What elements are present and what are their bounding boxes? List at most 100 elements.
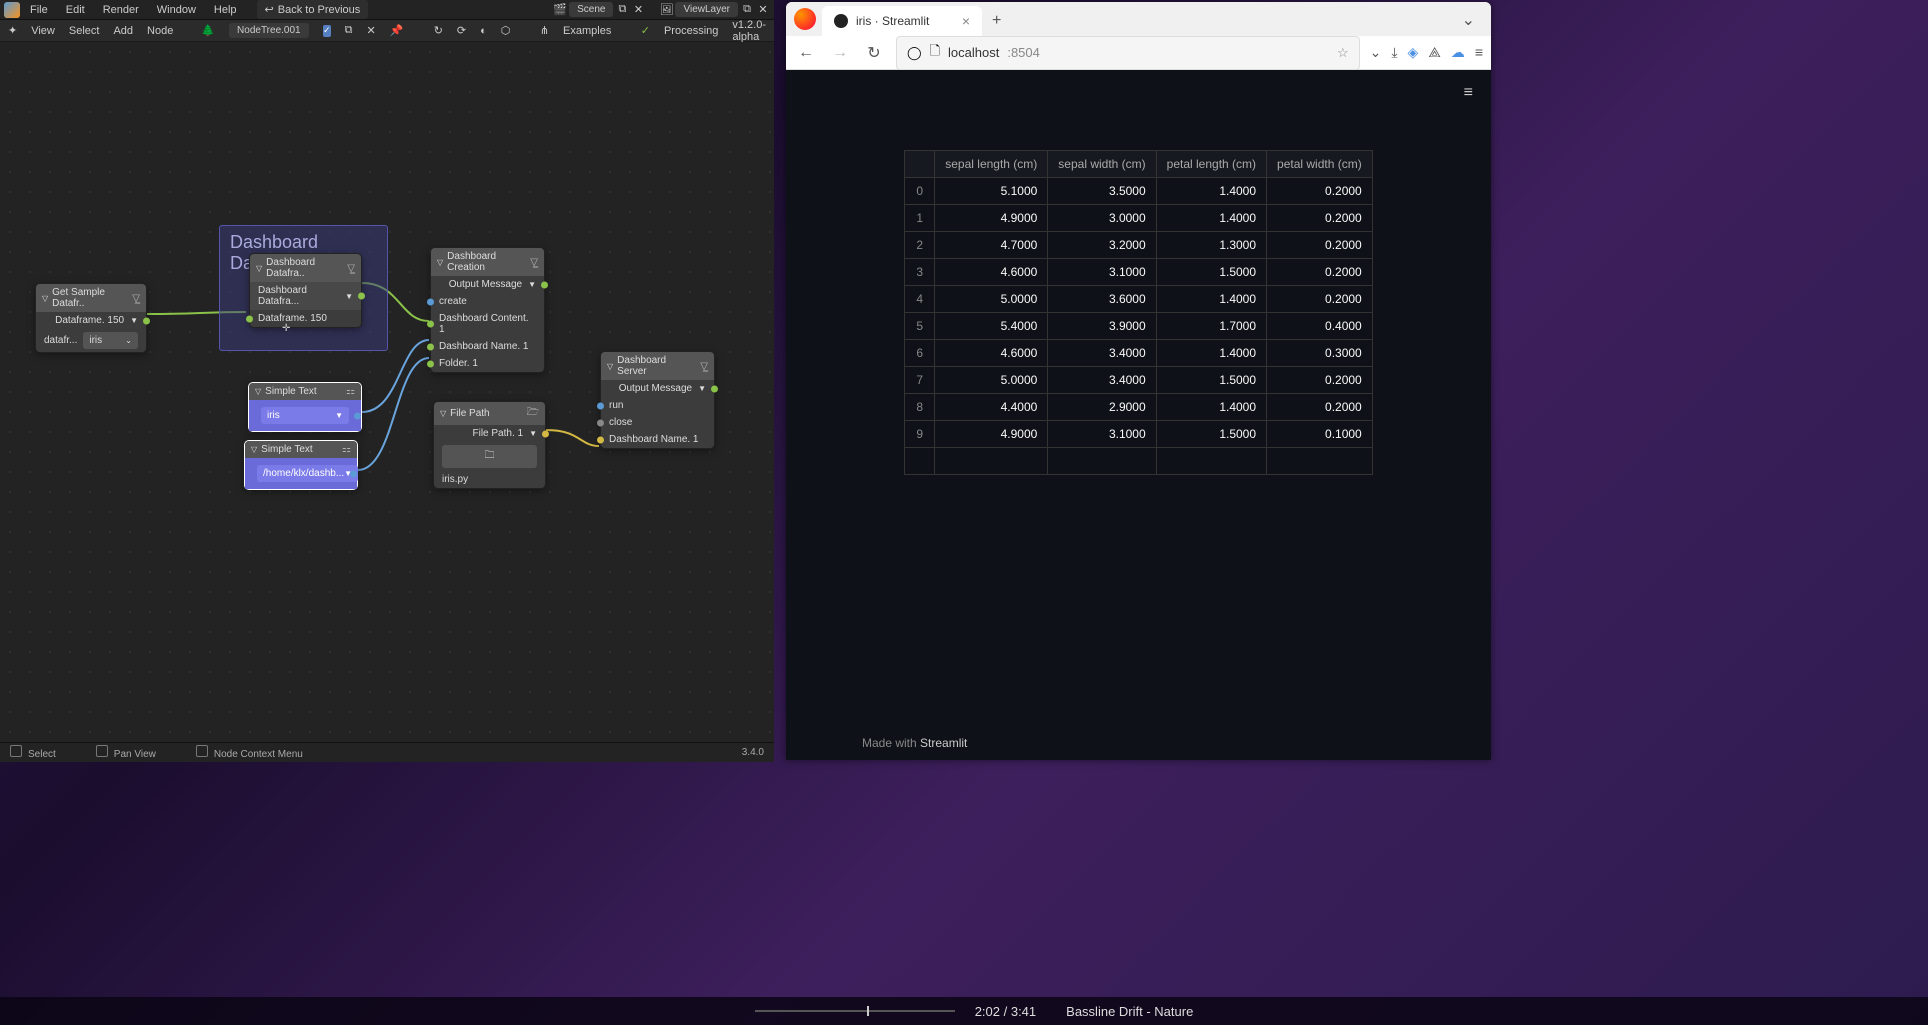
table-row[interactable]: 05.10003.50001.40000.2000 xyxy=(905,178,1372,205)
input-socket[interactable] xyxy=(427,298,434,305)
music-progress-track[interactable] xyxy=(755,1010,955,1012)
scene-field[interactable]: Scene xyxy=(569,2,613,17)
table-row[interactable]: 55.40003.90001.70000.4000 xyxy=(905,313,1372,340)
dropdown-icon[interactable]: ▼ xyxy=(345,292,353,301)
node-dashboard-server[interactable]: ▽ Dashboard Server ▽̲ Output Message ▼ r… xyxy=(600,351,715,449)
node-header[interactable]: ▽ Dashboard Server ▽̲ xyxy=(601,352,714,380)
output-socket[interactable] xyxy=(143,317,150,324)
nodetree-field[interactable]: NodeTree.001 xyxy=(229,23,309,38)
menu-help[interactable]: Help xyxy=(206,1,245,19)
path-field[interactable]: 🗀 xyxy=(442,445,537,468)
extension-icon-2[interactable]: ⟁ xyxy=(1428,44,1441,61)
dropdown-icon[interactable]: ▼ xyxy=(130,316,138,325)
toolbar-icon-d[interactable]: ⬡ xyxy=(501,24,511,38)
filter-icon[interactable]: ▽̲ xyxy=(347,263,355,274)
tab-list-dropdown-icon[interactable]: ⌄ xyxy=(1452,4,1485,36)
node-get-sample-dataframe[interactable]: ▽ Get Sample Datafr.. ▽̲ Dataframe. 150 … xyxy=(35,283,147,353)
streamlit-menu-icon[interactable]: ≡ xyxy=(1464,84,1473,102)
url-bar[interactable]: ◯ 🗋 localhost:8504 ☆ xyxy=(896,36,1360,70)
table-column-header[interactable]: sepal length (cm) xyxy=(935,151,1048,178)
toolbar-pin-icon[interactable]: 📌 xyxy=(390,24,404,38)
filter-icon[interactable]: ▽̲ xyxy=(530,257,538,268)
node-dashboard-creation[interactable]: ▽ Dashboard Creation ▽̲ Output Message ▼… xyxy=(430,247,545,373)
reload-button[interactable]: ↻ xyxy=(862,41,886,65)
bookmark-icon[interactable]: ☆ xyxy=(1337,45,1349,61)
menu-file[interactable]: File xyxy=(22,1,56,19)
toolbar-icon-e[interactable]: ⋔ xyxy=(540,24,549,38)
dataframe-select[interactable]: iris ⌄ xyxy=(83,332,138,349)
toolbar-link-icon[interactable]: ⧉ xyxy=(345,24,353,38)
editor-type-icon[interactable]: ✦ xyxy=(8,24,17,38)
node-header[interactable]: ▽ Dashboard Datafra.. ▽̲ xyxy=(250,254,361,282)
download-icon[interactable]: ⤓ xyxy=(1391,44,1397,61)
site-info-icon[interactable]: 🗋 xyxy=(930,42,940,64)
table-row[interactable]: 14.90003.00001.40000.2000 xyxy=(905,205,1372,232)
dropdown-icon[interactable]: ▼ xyxy=(528,280,536,289)
output-socket[interactable] xyxy=(354,412,361,419)
input-socket[interactable] xyxy=(427,343,434,350)
pocket-icon[interactable]: ⌄ xyxy=(1370,44,1382,61)
input-socket[interactable] xyxy=(597,419,604,426)
close-tab-icon[interactable]: × xyxy=(962,13,970,29)
filter-icon[interactable]: ▽̲ xyxy=(132,293,140,304)
node-editor-canvas[interactable]: ▽ Get Sample Datafr.. ▽̲ Dataframe. 150 … xyxy=(0,42,774,742)
toolbar-icon-b[interactable]: ⟳ xyxy=(457,24,466,38)
node-header[interactable]: ▽ File Path 🗁 xyxy=(434,402,545,425)
output-socket[interactable] xyxy=(350,470,357,477)
input-socket[interactable] xyxy=(427,360,434,367)
table-row[interactable]: 45.00003.60001.40000.2000 xyxy=(905,286,1372,313)
text-field[interactable]: iris ▼ xyxy=(261,407,349,424)
dropdown-icon[interactable]: ▼ xyxy=(698,384,706,393)
menu-window[interactable]: Window xyxy=(149,1,204,19)
toolbar-select[interactable]: Select xyxy=(69,25,100,37)
menu-render[interactable]: Render xyxy=(95,1,147,19)
options-icon[interactable]: ⚏ xyxy=(342,444,351,455)
streamlit-link[interactable]: Streamlit xyxy=(920,736,967,750)
node-header[interactable]: ▽ Dashboard Creation ▽̲ xyxy=(431,248,544,276)
viewlayer-field[interactable]: ViewLayer xyxy=(675,2,738,17)
input-socket[interactable] xyxy=(597,402,604,409)
extension-icon-1[interactable]: ◈ xyxy=(1408,44,1419,61)
extension-icon-3[interactable]: ☁ xyxy=(1451,44,1465,61)
node-file-path[interactable]: ▽ File Path 🗁 File Path. 1 ▼ 🗀 iris.py xyxy=(433,401,546,489)
close-viewlayer-icon[interactable]: ✕ xyxy=(756,3,770,17)
use-nodes-checkbox[interactable]: ✓ xyxy=(323,25,331,37)
link-icon[interactable]: ⧉ xyxy=(615,3,629,17)
node-simple-text-2[interactable]: ▽ Simple Text ⚏ /home/klx/dashb... ▼ xyxy=(244,440,358,490)
table-column-header[interactable]: petal width (cm) xyxy=(1267,151,1373,178)
node-header[interactable]: ▽ Simple Text ⚏ xyxy=(245,441,357,458)
output-socket[interactable] xyxy=(542,430,549,437)
input-socket[interactable] xyxy=(246,315,253,322)
output-socket[interactable] xyxy=(541,281,548,288)
table-row[interactable]: 34.60003.10001.50000.2000 xyxy=(905,259,1372,286)
text-field[interactable]: /home/klx/dashb... ▼ xyxy=(257,465,358,482)
back-button[interactable]: ← xyxy=(794,41,818,65)
toolbar-node[interactable]: Node xyxy=(147,25,173,37)
forward-button[interactable]: → xyxy=(828,41,852,65)
options-icon[interactable]: ⚏ xyxy=(346,386,355,397)
filter-icon[interactable]: ▽̲ xyxy=(700,361,708,372)
toolbar-icon-c[interactable]: ◐ xyxy=(480,24,487,38)
menu-edit[interactable]: Edit xyxy=(58,1,93,19)
iris-data-table[interactable]: sepal length (cm)sepal width (cm)petal l… xyxy=(904,150,1372,475)
node-header[interactable]: ▽ Simple Text ⚏ xyxy=(249,383,361,400)
node-header[interactable]: ▽ Get Sample Datafr.. ▽̲ xyxy=(36,284,146,312)
table-row[interactable]: 75.00003.40001.50000.2000 xyxy=(905,367,1372,394)
toolbar-view[interactable]: View xyxy=(31,25,55,37)
table-column-header[interactable]: sepal width (cm) xyxy=(1048,151,1156,178)
new-tab-button[interactable]: + xyxy=(982,6,1011,36)
add-viewlayer-icon[interactable]: ⧉ xyxy=(740,3,754,17)
table-row[interactable]: 24.70003.20001.30000.2000 xyxy=(905,232,1372,259)
close-scene-icon[interactable]: ✕ xyxy=(631,3,645,17)
menu-icon[interactable]: ≡ xyxy=(1475,44,1483,61)
table-row[interactable]: 94.90003.10001.50000.1000 xyxy=(905,421,1372,448)
table-column-header[interactable]: petal length (cm) xyxy=(1156,151,1266,178)
node-dashboard-dataframe[interactable]: ▽ Dashboard Datafra.. ▽̲ Dashboard Dataf… xyxy=(249,253,362,328)
browse-icon[interactable]: 🗁 xyxy=(527,405,539,422)
back-to-previous-button[interactable]: ↩ Back to Previous xyxy=(257,0,369,19)
toolbar-examples[interactable]: Examples xyxy=(563,25,611,37)
toolbar-icon-a[interactable]: ↻ xyxy=(434,24,443,38)
table-row[interactable]: 64.60003.40001.40000.3000 xyxy=(905,340,1372,367)
node-simple-text-1[interactable]: ▽ Simple Text ⚏ iris ▼ xyxy=(248,382,362,432)
output-socket[interactable] xyxy=(711,385,718,392)
